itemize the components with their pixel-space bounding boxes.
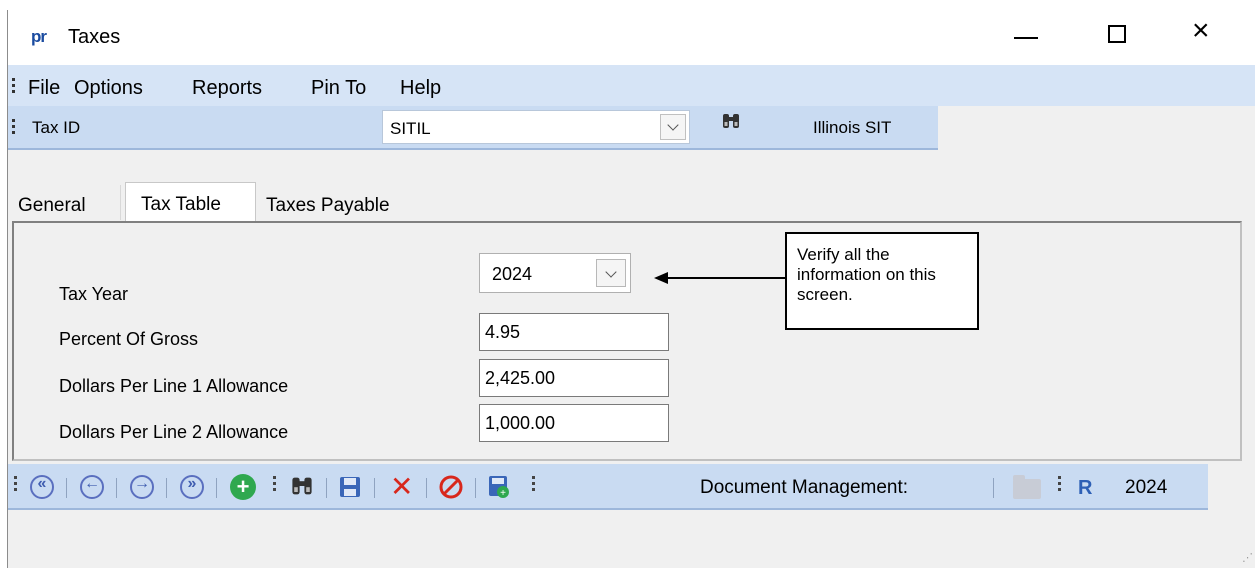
first-record-icon[interactable]: « <box>30 475 54 499</box>
percent-of-gross-input[interactable]: 4.95 <box>479 313 669 351</box>
tax-id-label: Tax ID <box>32 118 81 137</box>
separator <box>374 478 375 498</box>
close-button[interactable]: × <box>1178 10 1238 65</box>
menu-pin-to[interactable]: Pin To <box>311 77 366 100</box>
percent-of-gross-label: Percent Of Gross <box>59 329 199 349</box>
callout-arrow <box>654 272 789 284</box>
status-bar: ⋰ <box>8 510 1255 568</box>
resize-grip-icon[interactable]: ⋰ <box>1242 551 1253 564</box>
line1-allowance-label: Dollars Per Line 1 Allowance <box>59 376 289 396</box>
line2-allowance-input[interactable]: 1,000.00 <box>479 404 669 442</box>
tax-year-value: 2024 <box>492 264 533 284</box>
callout-note: Verify all the information on this scree… <box>785 232 979 330</box>
separator <box>66 478 67 498</box>
toolbar-grip[interactable] <box>12 119 16 137</box>
line1-allowance-value: 2,425.00 <box>485 368 556 388</box>
separator <box>216 478 217 498</box>
menu-options[interactable]: Options <box>74 77 143 100</box>
chevron-down-icon <box>605 266 617 278</box>
window-title: Taxes <box>68 26 121 48</box>
tab-general[interactable]: General <box>8 185 121 220</box>
tax-id-toolbar-strip: Tax ID SITIL Illinois SIT <box>8 106 938 150</box>
separator <box>993 478 994 498</box>
menu-help[interactable]: Help <box>400 77 441 100</box>
line2-allowance-label: Dollars Per Line 2 Allowance <box>59 422 289 442</box>
tax-id-toolbar: Tax ID SITIL Illinois SIT <box>8 106 1255 150</box>
binoculars-icon[interactable] <box>290 475 314 503</box>
line2-allowance-value: 1,000.00 <box>485 413 556 433</box>
previous-record-icon[interactable]: ← <box>80 475 104 499</box>
folder-icon[interactable] <box>1013 475 1041 499</box>
chevron-down-icon <box>667 119 679 131</box>
next-record-icon[interactable]: → <box>130 475 154 499</box>
minimize-icon <box>1014 37 1038 39</box>
separator <box>166 478 167 498</box>
separator <box>116 478 117 498</box>
svg-text:+: + <box>500 488 506 499</box>
taxes-window: pr Taxes × File Options Reports Pin To H… <box>7 10 1255 568</box>
menu-grip[interactable] <box>12 78 16 96</box>
last-record-icon[interactable]: » <box>180 475 204 499</box>
toolbar-grip[interactable] <box>14 476 17 494</box>
toolbar-grip[interactable] <box>273 476 276 494</box>
tab-taxes-payable-label: Taxes Payable <box>266 195 390 216</box>
tax-id-dropdown-button[interactable] <box>660 114 686 140</box>
tab-taxes-payable[interactable]: Taxes Payable <box>258 185 428 220</box>
tab-tax-table-label: Tax Table <box>141 194 221 215</box>
tax-table-panel: Tax Year 2024 Verify all the information… <box>12 221 1242 461</box>
tax-id-value: SITIL <box>390 119 431 138</box>
tab-tax-table[interactable]: Tax Table <box>125 182 256 222</box>
document-management-label: Document Management: <box>700 477 909 498</box>
app-logo: pr <box>31 27 47 46</box>
percent-of-gross-value: 4.95 <box>485 322 521 342</box>
maximize-icon <box>1108 25 1126 43</box>
menu-reports[interactable]: Reports <box>192 77 262 100</box>
toolbar-grip[interactable] <box>532 476 535 494</box>
navigation-toolbar: « ← → » + ✕ + Document Management: R 202… <box>8 464 1255 510</box>
line1-allowance-input[interactable]: 2,425.00 <box>479 359 669 397</box>
tax-id-combo[interactable]: SITIL <box>382 110 690 144</box>
navigation-toolbar-strip: « ← → » + ✕ + Document Management: R 202… <box>8 464 1208 510</box>
binoculars-icon[interactable] <box>721 112 741 135</box>
separator <box>475 478 476 498</box>
cancel-icon[interactable] <box>439 475 463 505</box>
tax-year-dropdown-button[interactable] <box>596 259 626 287</box>
add-icon[interactable]: + <box>230 474 256 500</box>
tax-id-description: Illinois SIT <box>813 118 892 137</box>
toolbar-grip[interactable] <box>1058 476 1061 494</box>
separator <box>326 478 327 498</box>
export-icon[interactable]: + <box>488 475 510 505</box>
tax-year-select[interactable]: 2024 <box>479 253 631 293</box>
separator <box>426 478 427 498</box>
toolbar-year: 2024 <box>1125 477 1168 498</box>
close-icon: × <box>1192 14 1210 47</box>
delete-icon[interactable]: ✕ <box>390 470 413 503</box>
report-logo-icon[interactable]: R <box>1078 477 1092 500</box>
tab-general-label: General <box>18 195 86 216</box>
menu-file[interactable]: File <box>28 77 60 100</box>
menu-bar: File Options Reports Pin To Help <box>8 65 1255 106</box>
minimize-button[interactable] <box>1000 10 1060 65</box>
maximize-button[interactable] <box>1088 10 1148 65</box>
tax-year-label: Tax Year <box>59 284 129 304</box>
save-icon[interactable] <box>339 476 361 504</box>
title-bar: pr Taxes × <box>8 10 1255 65</box>
